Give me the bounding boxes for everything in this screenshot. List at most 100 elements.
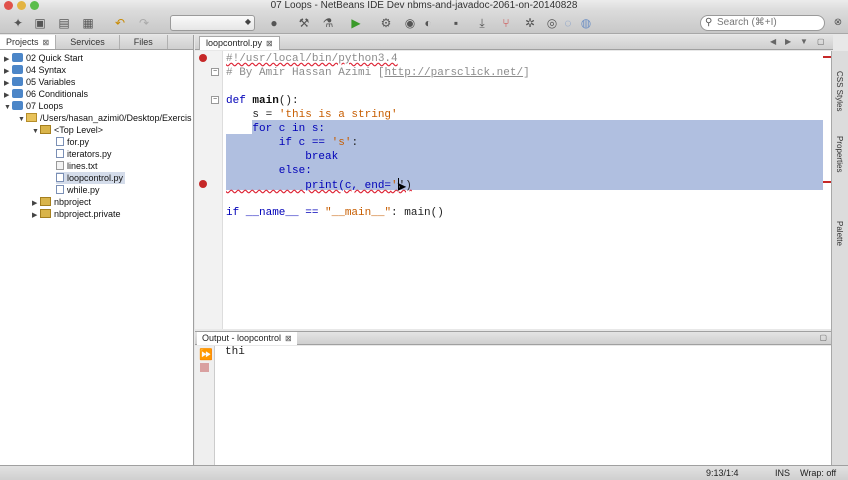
tab-output[interactable]: Output - loopcontrol ⊠ xyxy=(197,332,297,345)
tree-item[interactable]: ▶ nbproject xyxy=(32,196,91,208)
fold-toggle-icon[interactable]: − xyxy=(211,96,219,104)
tree-item[interactable]: for.py xyxy=(56,136,89,148)
palette-tab[interactable]: Palette xyxy=(835,221,844,246)
chevron-down-icon[interactable]: ▼ xyxy=(18,114,26,126)
tree-item-label: <Top Level> xyxy=(54,125,104,135)
tab-projects[interactable]: Projects ⊠ xyxy=(0,35,57,49)
terminal-icon[interactable]: ▪ xyxy=(448,15,464,31)
tree-item[interactable]: ▼ 07 Loops xyxy=(4,100,63,112)
undo-icon[interactable]: ↶ xyxy=(112,15,128,31)
close-icon[interactable]: ⊠ xyxy=(285,334,292,343)
project-icon xyxy=(12,65,23,74)
tab-files[interactable]: Files xyxy=(120,35,168,49)
apply-code-changes-icon[interactable]: ◐ xyxy=(420,15,436,31)
tools-icon[interactable]: ✲ xyxy=(522,15,538,31)
error-stripe-marker[interactable] xyxy=(823,56,831,58)
project-icon xyxy=(12,101,23,110)
tree-item[interactable]: ▶ 05 Variables xyxy=(4,76,75,88)
tree-item[interactable]: iterators.py xyxy=(56,148,112,160)
new-file-icon[interactable]: ✦ xyxy=(10,15,26,31)
stop-icon[interactable] xyxy=(200,363,209,372)
tree-item[interactable]: ▶ 02 Quick Start xyxy=(4,52,83,64)
tab-services[interactable]: Services xyxy=(56,35,120,49)
output-panel[interactable]: ⏩ thi xyxy=(195,346,831,465)
tree-item[interactable]: ▶ 04 Syntax xyxy=(4,64,66,76)
minimize-window-icon[interactable] xyxy=(17,1,26,10)
tree-item[interactable]: ▶ nbproject.private xyxy=(32,208,121,220)
zoom-window-icon[interactable] xyxy=(30,1,39,10)
tab-label: Output - loopcontrol xyxy=(202,333,282,343)
clean-icon[interactable]: ⚗ xyxy=(320,15,336,31)
open-project-icon[interactable]: ▤ xyxy=(56,15,72,31)
chevron-down-icon[interactable]: ▼ xyxy=(32,126,40,138)
comment-link[interactable]: http://parsclick.net/ xyxy=(384,67,523,79)
code-line: print(c, end='') xyxy=(226,178,412,192)
tree-item-label: nbproject xyxy=(54,197,92,207)
clean-build-icon[interactable]: ● xyxy=(266,15,282,31)
search-icon: ⚲ xyxy=(705,17,713,28)
code-text: break xyxy=(226,151,339,163)
search-placeholder: Search (⌘+I) xyxy=(717,17,777,28)
output-actions: ⏩ xyxy=(195,346,215,465)
code-line: def main(): xyxy=(226,94,299,108)
profile-icon[interactable]: ◉ xyxy=(402,15,418,31)
settings-icon[interactable]: ◎ xyxy=(544,15,560,31)
package-icon xyxy=(40,125,51,134)
rerun-icon[interactable]: ⏩ xyxy=(199,348,213,361)
error-icon[interactable] xyxy=(199,180,207,188)
tree-item-label: 02 Quick Start xyxy=(26,53,84,63)
chevron-right-icon[interactable]: ▶ xyxy=(32,210,40,222)
package-icon xyxy=(40,209,51,218)
maximize-icon[interactable]: ▢ xyxy=(817,37,825,46)
tree-item[interactable]: ▼ <Top Level> xyxy=(32,124,103,136)
tree-item-label: lines.txt xyxy=(67,161,98,171)
scroll-left-icon[interactable]: ◀ xyxy=(770,37,776,46)
tree-item[interactable]: ▼ /Users/hasan_azimi0/Desktop/Exercis xyxy=(18,112,192,124)
save-all-icon[interactable]: ▦ xyxy=(80,15,96,31)
maximize-icon[interactable]: ▢ xyxy=(819,333,827,342)
code-text: if c == xyxy=(226,137,332,149)
back-icon[interactable]: ◌ xyxy=(560,15,576,31)
css-styles-tab[interactable]: CSS Styles xyxy=(835,71,844,111)
insert-mode: INS xyxy=(775,468,791,478)
debug-icon[interactable]: ⚙ xyxy=(378,15,394,31)
tab-loopcontrol[interactable]: loopcontrol.py ⊠ xyxy=(199,36,280,50)
clear-search-icon[interactable]: ⊗ xyxy=(830,15,846,31)
projects-panel: Projects ⊠ Services Files ▶ 02 Quick Start… xyxy=(0,35,194,465)
close-icon[interactable]: ⊠ xyxy=(43,38,50,47)
code-line: if __name__ == "__main__": main() xyxy=(226,206,444,220)
tree-item[interactable]: ▶ 06 Conditionals xyxy=(4,88,88,100)
new-project-icon[interactable]: ▣ xyxy=(32,15,48,31)
status-bar: 9:13/1:4 INS Wrap: off xyxy=(0,465,848,480)
configuration-select[interactable]: ◆ xyxy=(170,15,255,31)
build-hammer-icon[interactable]: ⚒ xyxy=(296,15,312,31)
run-icon[interactable]: ▶ xyxy=(348,15,364,31)
properties-tab[interactable]: Properties xyxy=(835,136,844,172)
window-title: 07 Loops - NetBeans IDE Dev nbms-and-jav… xyxy=(270,0,578,11)
show-opened-docs-icon[interactable]: ▼ xyxy=(800,37,808,46)
search-input[interactable]: ⚲ Search (⌘+I) xyxy=(700,15,825,31)
comment-end: ] xyxy=(523,67,530,79)
scroll-right-icon[interactable]: ▶ xyxy=(785,37,791,46)
git-icon[interactable]: ⑂ xyxy=(498,15,514,31)
forward-icon[interactable]: ◍ xyxy=(578,15,594,31)
fold-toggle-icon[interactable]: − xyxy=(211,68,219,76)
code-editor[interactable]: − − #!/usr/local/bin/python3.4 # By Amir… xyxy=(195,51,831,329)
redo-icon[interactable]: ↷ xyxy=(136,15,152,31)
step-icon[interactable]: ⤓ xyxy=(474,15,490,31)
tree-item[interactable]: loopcontrol.py xyxy=(56,172,126,184)
code-line: for c in s: xyxy=(226,122,325,136)
tree-item[interactable]: while.py xyxy=(56,184,100,196)
window-controls[interactable] xyxy=(4,1,39,10)
close-icon[interactable]: ⊠ xyxy=(266,39,273,48)
code-text: if __name__ == xyxy=(226,207,326,219)
close-window-icon[interactable] xyxy=(4,1,13,10)
tree-item[interactable]: lines.txt xyxy=(56,160,98,172)
tab-label: Projects xyxy=(6,37,39,47)
code-text: s = xyxy=(226,109,279,121)
editor-tab-bar: loopcontrol.py ⊠ ◀ ▶ ▼ ▢ xyxy=(195,35,833,50)
error-stripe-marker[interactable] xyxy=(823,181,831,183)
error-icon[interactable] xyxy=(199,54,207,62)
main-toolbar: ✦ ▣ ▤ ▦ ↶ ↷ ◆ ● ⚒ ⚗ ▶ ⚙ ◉ ◐ ▪ ⤓ ⑂ ✲ ◎ ◌ … xyxy=(0,12,848,34)
chevron-down-icon[interactable]: ▼ xyxy=(4,102,12,114)
